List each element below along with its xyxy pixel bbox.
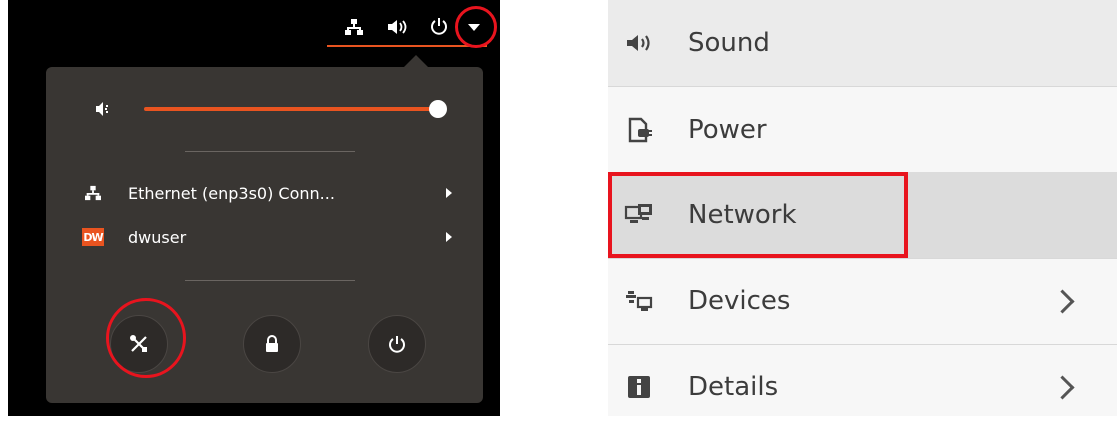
power-plug-icon [624, 115, 654, 145]
topbar-active-underline [327, 45, 487, 47]
power-icon[interactable] [428, 15, 450, 37]
sidebar-item-label: Power [688, 115, 767, 145]
sidebar-item-label: Details [688, 372, 779, 402]
volume-icon[interactable] [386, 16, 410, 38]
menu-divider-bottom [185, 280, 355, 281]
volume-slider-knob[interactable] [429, 100, 447, 118]
menu-item-user[interactable]: DW dwuser [82, 222, 452, 252]
network-highlight-box [608, 172, 908, 258]
lock-icon [266, 335, 278, 352]
settings-highlight-circle [106, 298, 186, 378]
menu-item-ethernet[interactable]: Ethernet (enp3s0) Conn... [82, 178, 452, 208]
lock-button[interactable] [243, 315, 301, 373]
menu-item-label: dwuser [128, 227, 187, 247]
network-icon [82, 182, 104, 204]
power-icon [389, 336, 405, 353]
sidebar-item-devices[interactable]: Devices [608, 258, 1117, 344]
power-off-button[interactable] [368, 315, 426, 373]
volume-slider-track[interactable] [144, 107, 438, 111]
menu-item-label: Ethernet (enp3s0) Conn... [128, 183, 335, 203]
sidebar-item-power[interactable]: Power [608, 87, 1117, 173]
devices-icon [624, 286, 654, 316]
sidebar-item-label: Sound [688, 28, 770, 58]
sidebar-item-sound[interactable]: Sound [608, 0, 1117, 86]
menu-pointer [404, 55, 428, 67]
volume-low-icon [94, 99, 114, 119]
info-icon [624, 372, 654, 402]
submenu-arrow-icon [446, 232, 452, 242]
chevron-right-icon [1050, 374, 1075, 400]
dw-logo: DW [82, 226, 104, 248]
chevron-right-icon [1050, 288, 1075, 314]
sidebar-item-label: Devices [688, 286, 791, 316]
system-menu-screenshot: Ethernet (enp3s0) Conn... DW dwuser [8, 0, 500, 416]
submenu-arrow-icon [446, 188, 452, 198]
sound-icon [624, 28, 654, 58]
sidebar-item-details[interactable]: Details [608, 344, 1117, 430]
dropdown-highlight-circle [455, 6, 497, 48]
network-icon[interactable] [343, 16, 365, 38]
menu-divider-top [185, 151, 355, 152]
